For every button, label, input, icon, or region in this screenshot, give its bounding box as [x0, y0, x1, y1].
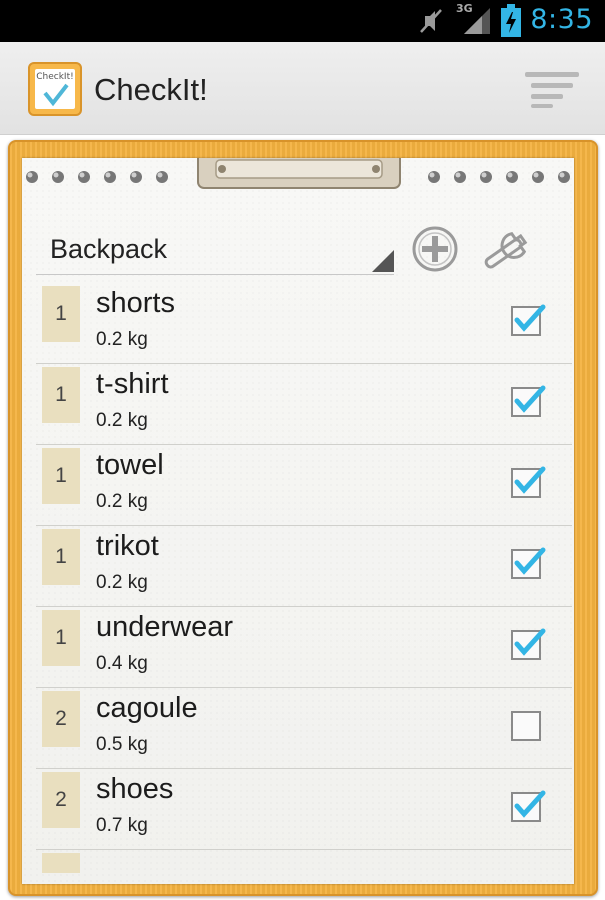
- item-weight: 0.2 kg: [96, 410, 148, 431]
- item-weight: 0.2 kg: [96, 572, 148, 593]
- item-weight: 0.5 kg: [96, 734, 148, 755]
- clock: 8:35: [530, 4, 593, 35]
- item-weight: 0.2 kg: [96, 491, 148, 512]
- item-checkbox[interactable]: [510, 303, 546, 339]
- wrench-settings-button[interactable]: [476, 224, 542, 274]
- app-logo[interactable]: CheckIt!: [28, 62, 82, 116]
- quantity-badge[interactable]: 1: [42, 286, 80, 342]
- quantity-badge[interactable]: 1: [42, 448, 80, 504]
- item-row[interactable]: 1 underwear 0.4 kg: [36, 607, 572, 688]
- item-row[interactable]: 1 trikot 0.2 kg: [36, 526, 572, 607]
- mute-icon: [420, 9, 442, 33]
- selected-list-name: Backpack: [50, 234, 168, 264]
- app-title: CheckIt!: [94, 72, 208, 107]
- quantity-badge[interactable]: 2: [42, 772, 80, 828]
- item-checkbox[interactable]: [510, 708, 546, 744]
- item-name: towel: [96, 449, 164, 481]
- item-row[interactable]: 2 shoes 0.7 kg: [36, 769, 572, 850]
- checkmark-icon: [43, 83, 69, 107]
- item-weight: 0.7 kg: [96, 815, 148, 836]
- add-item-button[interactable]: [410, 224, 460, 274]
- item-row[interactable]: 1 shorts 0.2 kg: [36, 283, 572, 364]
- item-name: trikot: [96, 530, 159, 562]
- item-checkbox[interactable]: [510, 789, 546, 825]
- item-checkbox[interactable]: [510, 627, 546, 663]
- item-list: 1 shorts 0.2 kg 1 t-shirt 0.2 kg 1 towel…: [36, 283, 572, 873]
- status-bar: 3G 8:35: [0, 0, 605, 42]
- item-row-partial[interactable]: [36, 850, 572, 873]
- item-checkbox[interactable]: [510, 384, 546, 420]
- quantity-badge[interactable]: 1: [42, 610, 80, 666]
- signal-icon: [464, 8, 490, 34]
- item-weight: 0.2 kg: [96, 329, 148, 350]
- item-weight: 0.4 kg: [96, 653, 148, 674]
- quantity-badge[interactable]: 2: [42, 691, 80, 747]
- clipboard-paper: Backpack 1 shorts 0.2 kg 1 t-shirt 0.2 k…: [22, 158, 574, 884]
- menu-icon[interactable]: [525, 68, 579, 108]
- item-row[interactable]: 1 towel 0.2 kg: [36, 445, 572, 526]
- clipboard-clip: [197, 158, 401, 189]
- item-checkbox[interactable]: [510, 546, 546, 582]
- list-selector-dropdown[interactable]: Backpack: [36, 224, 394, 275]
- item-row[interactable]: 2 cagoule 0.5 kg: [36, 688, 572, 769]
- item-name: shorts: [96, 287, 175, 319]
- battery-charging-icon: [501, 4, 521, 37]
- item-name: shoes: [96, 773, 174, 805]
- item-name: t-shirt: [96, 368, 169, 400]
- quantity-badge[interactable]: [42, 853, 80, 873]
- item-row[interactable]: 1 t-shirt 0.2 kg: [36, 364, 572, 445]
- item-name: underwear: [96, 611, 234, 643]
- item-checkbox[interactable]: [510, 465, 546, 501]
- action-bar: CheckIt! CheckIt!: [0, 42, 605, 135]
- item-name: cagoule: [96, 692, 198, 724]
- dropdown-arrow-icon: [372, 250, 394, 272]
- quantity-badge[interactable]: 1: [42, 529, 80, 585]
- quantity-badge[interactable]: 1: [42, 367, 80, 423]
